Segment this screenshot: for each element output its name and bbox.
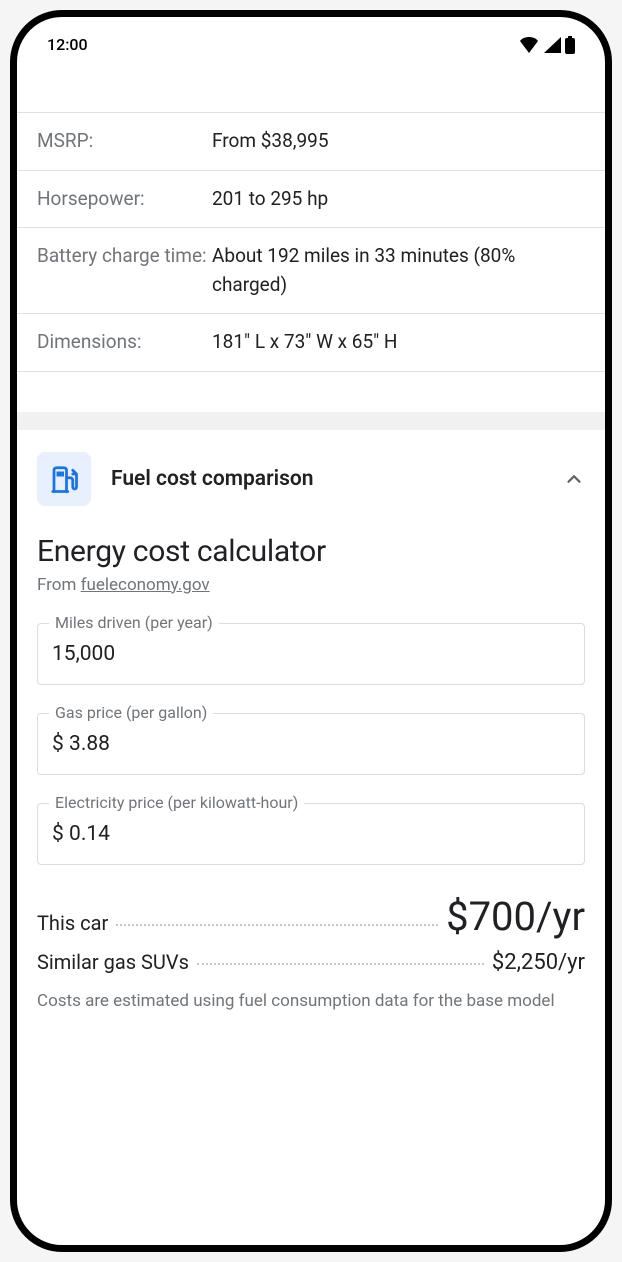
status-time: 12:00 — [47, 35, 88, 54]
spec-row-msrp: MSRP: From $38,995 — [17, 112, 605, 170]
dots-separator — [116, 924, 438, 926]
fuel-cost-title: Fuel cost comparison — [111, 467, 543, 491]
spec-label: Dimensions: — [37, 328, 212, 357]
calculator-title: Energy cost calculator — [37, 534, 585, 569]
spec-value: About 192 miles in 33 minutes (80% charg… — [212, 242, 585, 299]
spec-label: MSRP: — [37, 127, 212, 156]
spec-label: Horsepower: — [37, 185, 212, 214]
chevron-up-icon[interactable] — [563, 468, 585, 490]
gas-price-input-group: Gas price (per gallon) — [37, 713, 585, 775]
electricity-price-input-group: Electricity price (per kilowatt-hour) — [37, 803, 585, 865]
wifi-icon — [519, 37, 539, 53]
fuel-icon-box — [37, 452, 91, 506]
cellular-icon — [543, 37, 561, 53]
this-car-label: This car — [37, 911, 108, 935]
fuel-cost-header[interactable]: Fuel cost comparison — [37, 452, 585, 506]
source-link[interactable]: fueleconomy.gov — [81, 575, 210, 595]
spec-value: 181" L x 73" W x 65" H — [212, 328, 585, 357]
similar-suvs-label: Similar gas SUVs — [37, 950, 189, 974]
miles-driven-input[interactable] — [37, 623, 585, 685]
calculator-source: From fueleconomy.gov — [37, 575, 585, 595]
spec-label: Battery charge time: — [37, 242, 212, 299]
battery-icon — [565, 36, 575, 54]
electricity-price-input[interactable] — [37, 803, 585, 865]
section-divider — [17, 412, 605, 430]
fuel-cost-section: Fuel cost comparison Energy cost calcula… — [17, 430, 605, 1036]
main-content[interactable]: MSRP: From $38,995 Horsepower: 201 to 29… — [17, 62, 605, 1035]
spec-row-dimensions: Dimensions: 181" L x 73" W x 65" H — [17, 313, 605, 372]
dots-separator — [197, 963, 484, 965]
spec-row-battery-charge: Battery charge time: About 192 miles in … — [17, 227, 605, 313]
spec-value: 201 to 295 hp — [212, 185, 585, 214]
status-bar: 12:00 — [17, 17, 605, 62]
electricity-price-label: Electricity price (per kilowatt-hour) — [49, 793, 304, 812]
this-car-cost-row: This car $700/yr — [37, 893, 585, 940]
similar-suvs-cost-row: Similar gas SUVs $2,250/yr — [37, 950, 585, 975]
source-prefix: From — [37, 575, 81, 595]
gas-price-label: Gas price (per gallon) — [49, 703, 213, 722]
this-car-value: $700/yr — [446, 893, 585, 940]
phone-frame: 12:00 MSRP: From $38,995 Horsepower: 201… — [10, 10, 612, 1252]
spec-value: From $38,995 — [212, 127, 585, 156]
fuel-pump-icon — [49, 464, 79, 494]
gas-price-input[interactable] — [37, 713, 585, 775]
miles-driven-label: Miles driven (per year) — [49, 613, 219, 632]
cost-disclaimer: Costs are estimated using fuel consumpti… — [37, 989, 585, 1014]
specs-section: MSRP: From $38,995 Horsepower: 201 to 29… — [17, 62, 605, 412]
similar-suvs-value: $2,250/yr — [492, 950, 585, 975]
status-icons — [519, 36, 575, 54]
miles-driven-input-group: Miles driven (per year) — [37, 623, 585, 685]
spec-row-horsepower: Horsepower: 201 to 295 hp — [17, 170, 605, 228]
